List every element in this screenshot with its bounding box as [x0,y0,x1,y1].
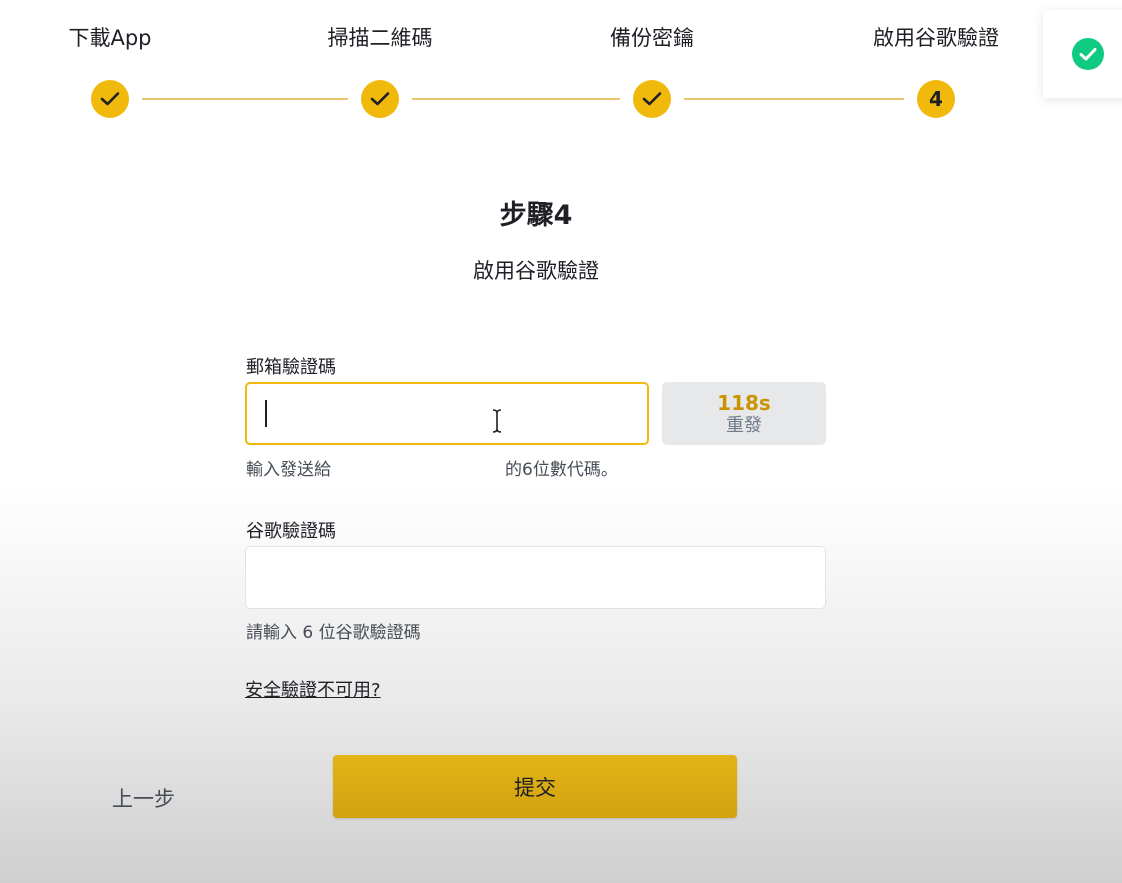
step-connector [684,98,904,100]
step-connector [412,98,620,100]
check-circle-icon [1072,38,1104,70]
step-2-complete [361,80,399,118]
email-code-hint-suffix: 的6位數代碼。 [505,460,618,480]
step-label-scan-qr: 掃描二維碼 [327,26,433,50]
checkmark-icon [100,92,120,106]
step-connector [142,98,348,100]
text-cursor-icon [492,409,502,433]
checkmark-icon [642,92,662,106]
text-caret [265,400,267,427]
step-1-complete [91,80,129,118]
submit-button[interactable]: 提交 [333,755,737,818]
security-verification-unavailable-link[interactable]: 安全驗證不可用? [245,676,381,702]
email-code-input[interactable] [245,382,649,445]
step-label-enable-google-auth: 啟用谷歌驗證 [873,26,999,50]
step-3-complete [633,80,671,118]
email-code-hint-prefix: 輸入發送給 [246,460,331,480]
email-code-label: 郵箱驗證碼 [246,357,336,378]
page-title: 步驟4 [499,200,573,231]
previous-step-button[interactable]: 上一步 [112,783,175,813]
resend-code-button[interactable]: 118s 重發 [662,382,826,445]
google-code-input[interactable] [245,546,826,609]
step-label-download-app: 下載App [68,26,152,50]
resend-countdown: 118s [717,390,771,415]
step-4-current: 4 [917,80,955,118]
success-toast [1043,10,1122,98]
google-code-hint: 請輸入 6 位谷歌驗證碼 [246,623,421,643]
page-subtitle: 啟用谷歌驗證 [473,259,599,283]
step-number: 4 [929,87,943,111]
google-code-label: 谷歌驗證碼 [246,521,336,542]
resend-label: 重發 [726,414,762,436]
checkmark-icon [370,92,390,106]
step-label-backup-key: 備份密鑰 [610,26,694,50]
